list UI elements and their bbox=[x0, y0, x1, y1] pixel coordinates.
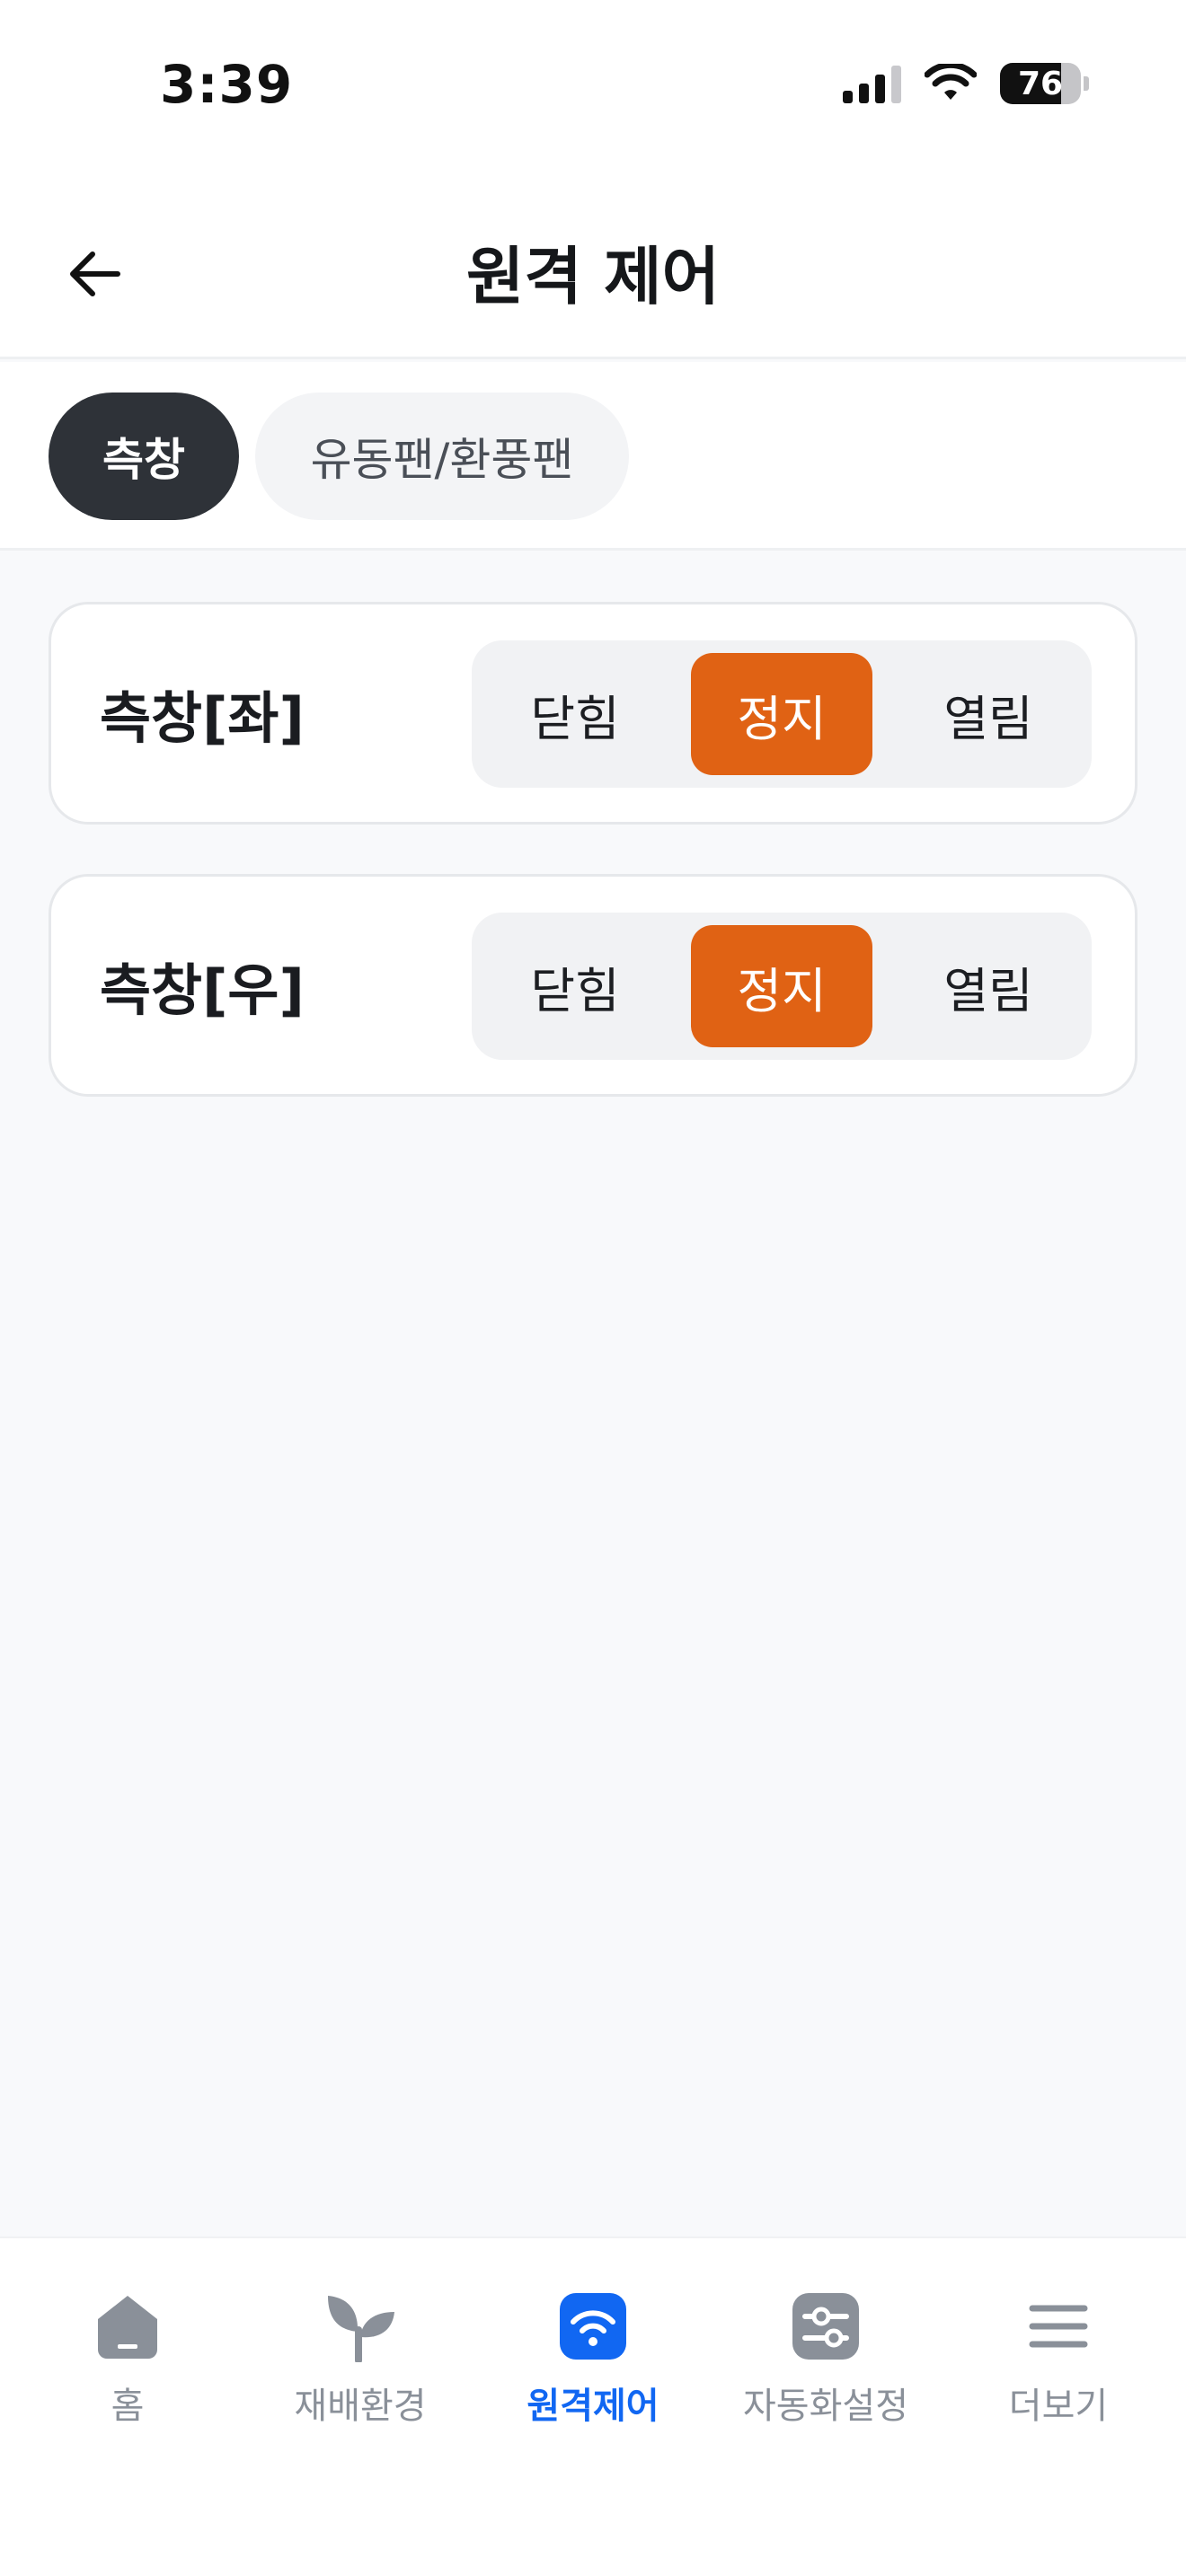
nav-item-home[interactable]: 홈 bbox=[20, 2290, 235, 2452]
control-card-side-window-left: 측창[좌] 닫힘 정지 열림 bbox=[49, 602, 1137, 825]
control-label: 측창[좌] bbox=[100, 685, 305, 751]
status-time: 3:39 bbox=[160, 54, 294, 115]
nav-item-growing-environment[interactable]: 재배환경 bbox=[252, 2290, 468, 2452]
tab-side-window[interactable]: 측창 bbox=[49, 393, 239, 520]
battery-percent: 76 bbox=[1017, 65, 1064, 102]
nav-label: 더보기 bbox=[1008, 2386, 1109, 2427]
wifi-status-icon bbox=[925, 64, 977, 100]
cellular-signal-icon bbox=[843, 64, 901, 103]
nav-item-more[interactable]: 더보기 bbox=[951, 2290, 1166, 2452]
page-title: 원격 제어 bbox=[466, 240, 720, 313]
window-control-segment: 닫힘 정지 열림 bbox=[472, 913, 1092, 1060]
nav-item-remote-control[interactable]: 원격제어 bbox=[485, 2290, 701, 2452]
bottom-navigation: 홈 재배환경 원격제어 자동화설정 더보기 bbox=[0, 2236, 1186, 2576]
window-control-segment: 닫힘 정지 열림 bbox=[472, 640, 1092, 788]
category-tabs: 측창 유동팬/환풍팬 bbox=[0, 362, 1186, 551]
remote-control-screen: 3:39 76 원격 제어 측창 유동팬/환풍팬 측창[좌] 닫힘 정지 열림 … bbox=[0, 0, 1186, 2576]
open-button[interactable]: 열림 bbox=[898, 653, 1079, 775]
menu-icon bbox=[1022, 2290, 1094, 2362]
status-icons: 76 bbox=[843, 63, 1089, 104]
sliders-icon bbox=[790, 2290, 862, 2362]
stop-button[interactable]: 정지 bbox=[691, 653, 872, 775]
close-button[interactable]: 닫힘 bbox=[484, 925, 666, 1047]
control-card-side-window-right: 측창[우] 닫힘 정지 열림 bbox=[49, 874, 1137, 1097]
wifi-icon bbox=[557, 2290, 629, 2362]
tab-fans[interactable]: 유동팬/환풍팬 bbox=[255, 393, 629, 520]
status-bar: 3:39 76 bbox=[0, 0, 1186, 180]
open-button[interactable]: 열림 bbox=[898, 925, 1079, 1047]
nav-label: 재배환경 bbox=[294, 2386, 427, 2427]
battery-cap bbox=[1084, 76, 1089, 91]
close-button[interactable]: 닫힘 bbox=[484, 653, 666, 775]
battery-icon: 76 bbox=[1000, 63, 1081, 104]
sprout-icon bbox=[324, 2290, 396, 2362]
nav-label: 자동화설정 bbox=[743, 2386, 908, 2427]
stop-button[interactable]: 정지 bbox=[691, 925, 872, 1047]
battery-indicator: 76 bbox=[1000, 63, 1089, 104]
nav-label: 홈 bbox=[111, 2386, 145, 2427]
control-label: 측창[우] bbox=[100, 957, 305, 1023]
app-header: 원격 제어 bbox=[0, 180, 1186, 359]
home-icon bbox=[92, 2290, 164, 2362]
nav-item-automation-settings[interactable]: 자동화설정 bbox=[718, 2290, 934, 2452]
nav-label: 원격제어 bbox=[527, 2386, 659, 2427]
